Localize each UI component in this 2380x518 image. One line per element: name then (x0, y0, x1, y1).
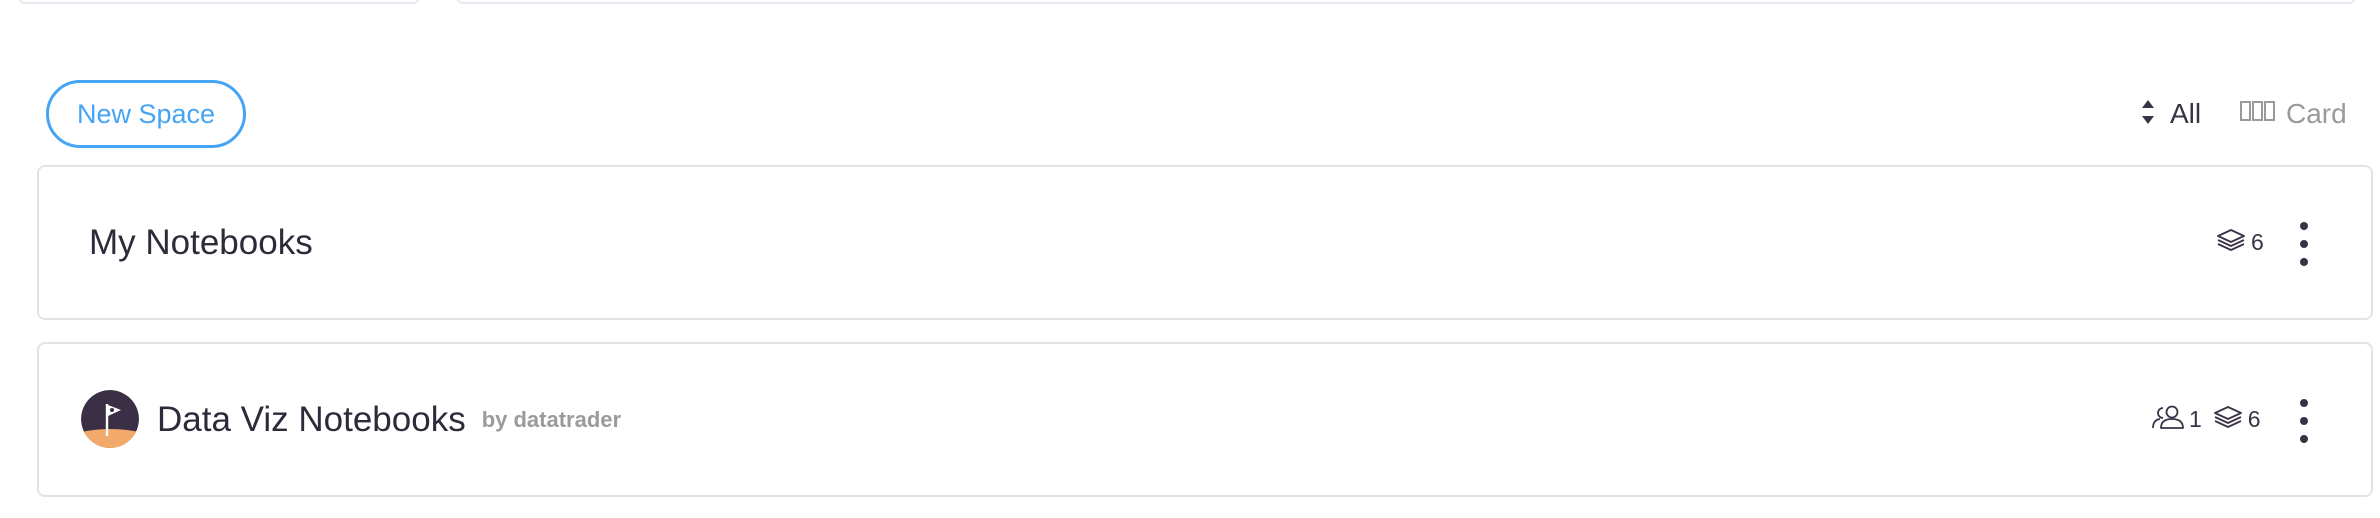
top-search-field[interactable] (456, 0, 2356, 4)
avatar-flag-icon (81, 390, 139, 448)
top-strip (0, 0, 2380, 6)
users-icon (2151, 404, 2185, 436)
new-space-button[interactable]: New Space (46, 80, 246, 148)
toolbar: New Space All Card (0, 80, 2380, 148)
sort-filter-toggle[interactable]: All (2140, 94, 2201, 134)
member-count-value: 1 (2189, 406, 2202, 432)
notebook-count: 6 (2215, 227, 2264, 259)
space-title: My Notebooks (89, 222, 313, 262)
notebook-count-value: 6 (2251, 229, 2264, 255)
more-vertical-icon[interactable] (2292, 222, 2316, 266)
space-stats: 6 (2215, 167, 2264, 318)
notebook-count-value: 6 (2247, 406, 2261, 432)
space-stats: 1 6 (2151, 344, 2261, 495)
space-card-data-viz-notebooks[interactable]: Data Viz Notebooks by datatrader 1 6 (37, 342, 2373, 497)
notebook-count: 6 (2212, 404, 2261, 436)
sort-label: All (2170, 98, 2202, 129)
more-vertical-icon[interactable] (2292, 399, 2316, 443)
space-owner: by datatrader (481, 406, 622, 432)
sort-icon (2140, 98, 2156, 131)
member-count: 1 (2151, 404, 2202, 436)
layers-icon (2212, 404, 2244, 436)
top-filter-field[interactable] (18, 0, 420, 4)
space-title-row: Data Viz Notebooks by datatrader (157, 344, 621, 495)
space-title: Data Viz Notebooks (157, 399, 466, 439)
space-card-my-notebooks[interactable]: My Notebooks 6 (37, 165, 2373, 320)
view-mode-toggle[interactable]: Card (2240, 94, 2347, 134)
card-view-icon (2240, 100, 2276, 129)
view-mode-label: Card (2286, 98, 2347, 129)
layers-icon (2215, 227, 2247, 259)
